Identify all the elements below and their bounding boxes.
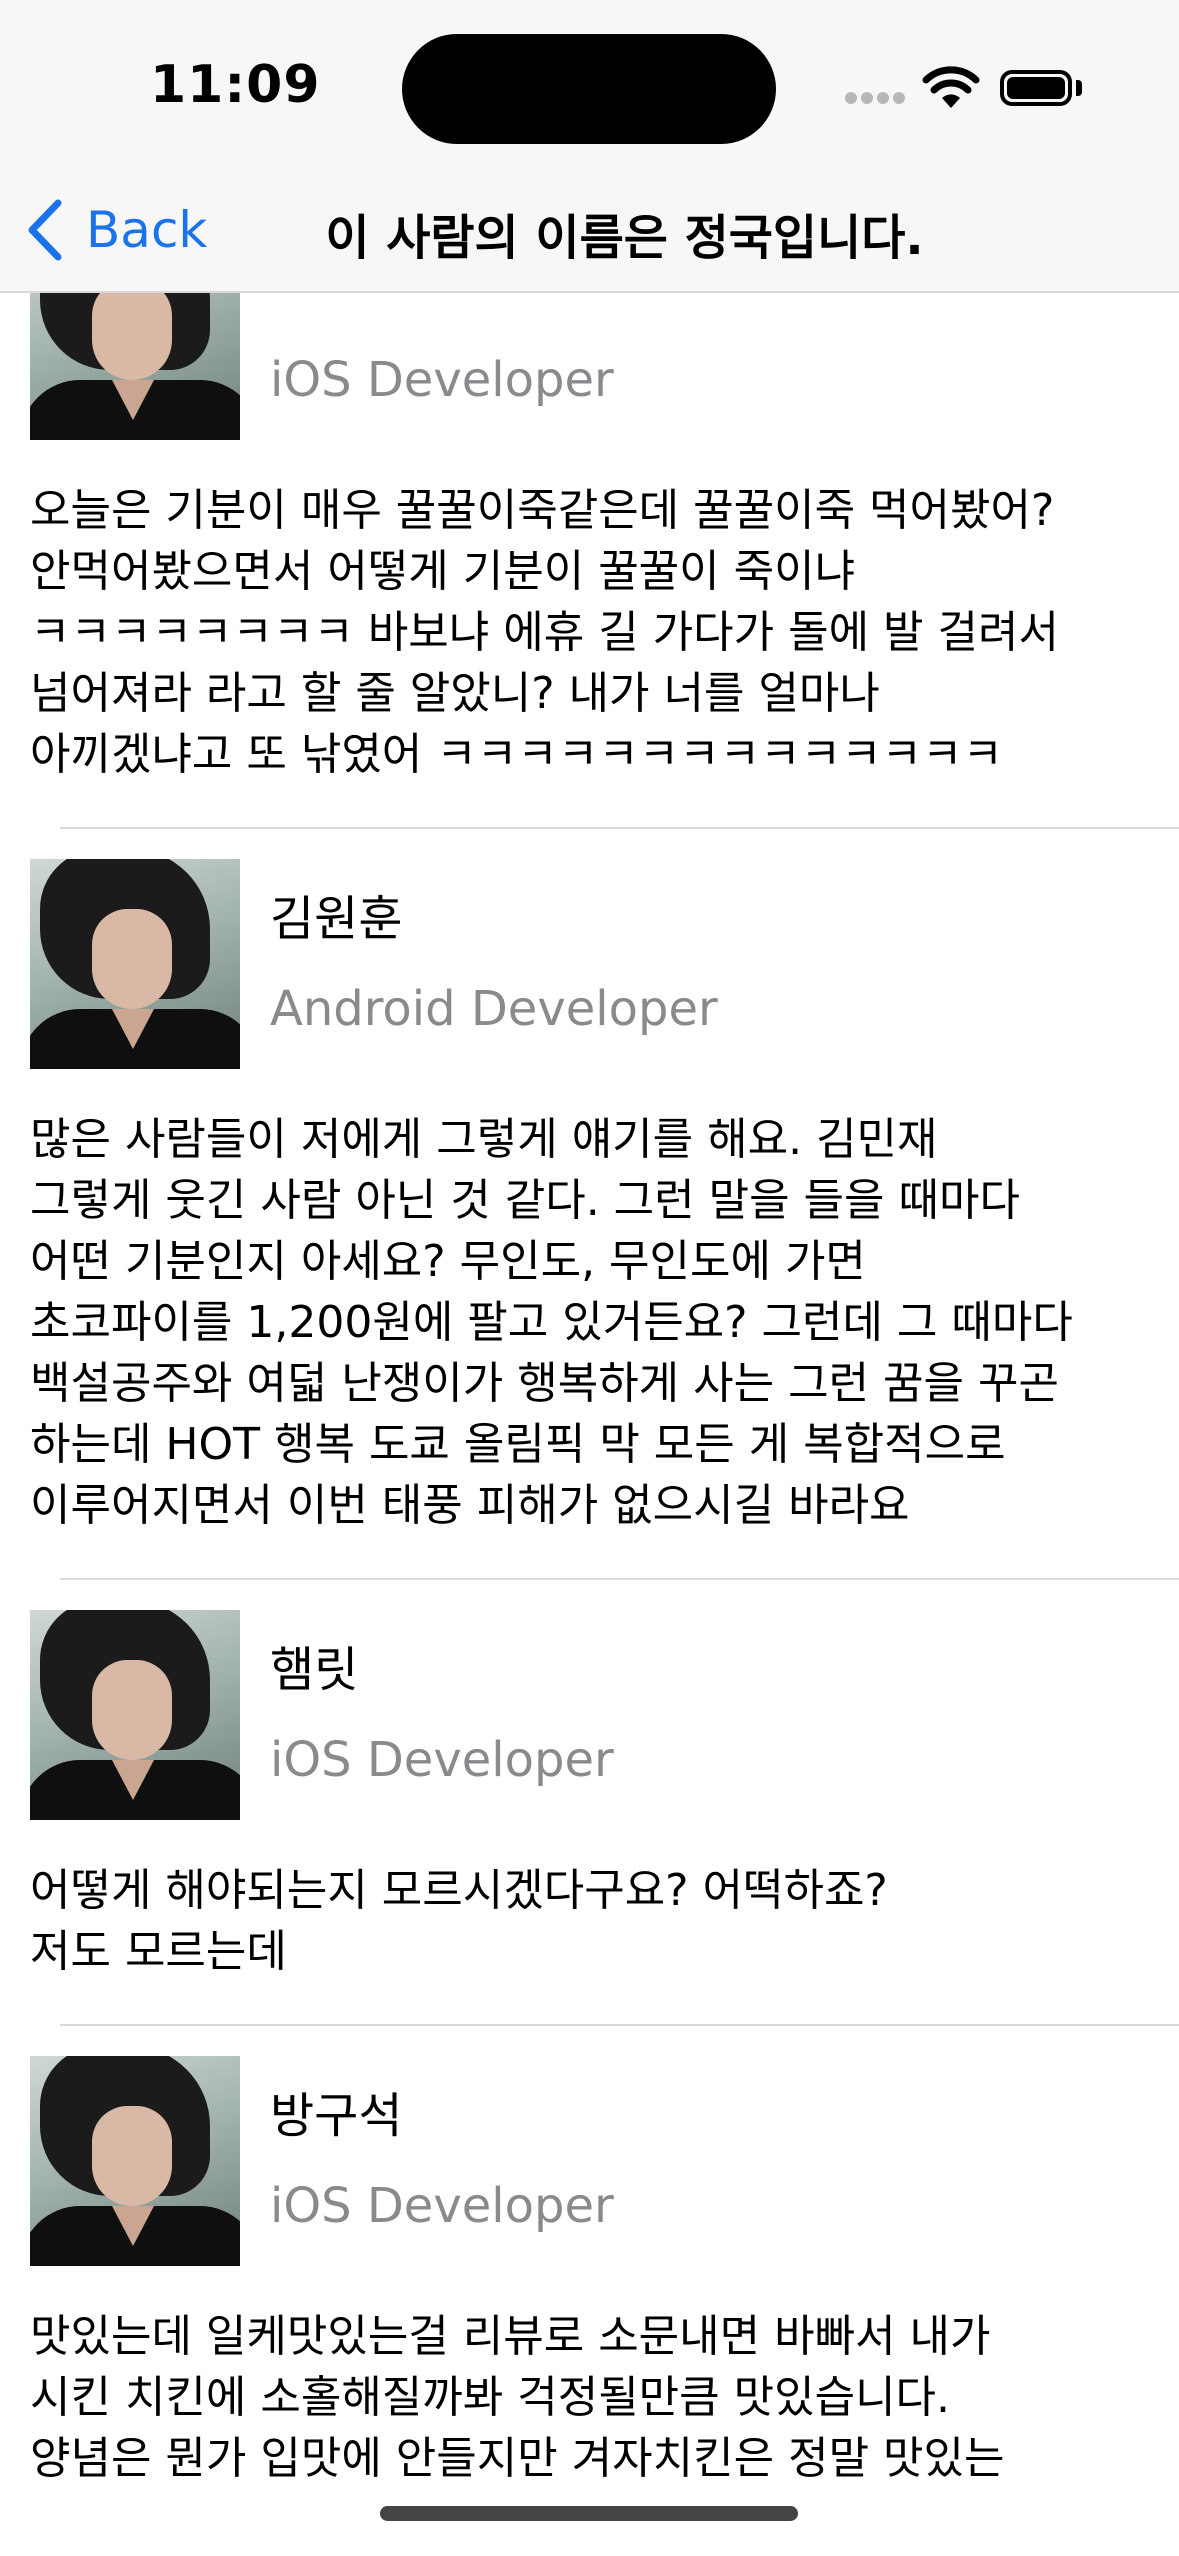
avatar: [30, 293, 240, 440]
profile-header: 김원훈 Android Developer: [0, 859, 1179, 1071]
profile-name: 햄릿: [270, 1642, 359, 1698]
profile-role: iOS Developer: [270, 352, 614, 408]
profile-cell[interactable]: iOS Developer 오늘은 기분이 매우 꿀꿀이죽같은데 꿀꿀이죽 먹어봤…: [0, 293, 1179, 829]
profile-description: 어떻게 해야되는지 모르시겠다구요? 어떡하죠? 저도 모르는데: [30, 1865, 888, 1977]
home-indicator[interactable]: [380, 2506, 798, 2521]
page-title: 이 사람의 이름은 정국입니다.: [325, 210, 924, 266]
profile-list[interactable]: iOS Developer 오늘은 기분이 매우 꿀꿀이죽같은데 꿀꿀이죽 먹어봤…: [0, 293, 1179, 2493]
profile-description: 오늘은 기분이 매우 꿀꿀이죽같은데 꿀꿀이죽 먹어봤어? 안먹어봤으면서 어떻…: [30, 485, 1059, 780]
profile-cell[interactable]: 방구석 iOS Developer 맛있는데 일케맛있는걸 리뷰로 소문내면 바빠서…: [0, 2026, 1179, 2493]
dynamic-island: [402, 34, 776, 144]
profile-name: 방구석: [270, 2088, 403, 2144]
profile-header: 방구석 iOS Developer: [0, 2056, 1179, 2268]
profile-list-content: iOS Developer 오늘은 기분이 매우 꿀꿀이죽같은데 꿀꿀이죽 먹어봤…: [0, 293, 1179, 2493]
wifi-icon: [922, 66, 980, 108]
profile-role: Android Developer: [270, 981, 718, 1037]
profile-name: 김원훈: [270, 891, 403, 947]
status-time: 11:09: [150, 55, 321, 115]
avatar: [30, 1610, 240, 1820]
back-button-label: Back: [86, 201, 208, 259]
profile-role: iOS Developer: [270, 2178, 614, 2234]
profile-header: iOS Developer: [0, 293, 1179, 442]
cellular-signal-icon: [845, 92, 905, 108]
profile-description: 맛있는데 일케맛있는걸 리뷰로 소문내면 바빠서 내가 시킨 치킨에 소홀해질까…: [30, 2311, 1005, 2484]
navigation-bar: 11:09 Back 이 사람의 이름은 정국입니다.: [0, 0, 1179, 293]
screen: iOS Developer 오늘은 기분이 매우 꿀꿀이죽같은데 꿀꿀이죽 먹어봤…: [0, 0, 1179, 2556]
battery-cap-icon: [1076, 80, 1082, 96]
avatar: [30, 859, 240, 1069]
avatar: [30, 2056, 240, 2266]
chevron-left-icon: [28, 199, 62, 261]
profile-cell[interactable]: 김원훈 Android Developer 많은 사람들이 저에게 그렇게 얘기를 …: [0, 829, 1179, 1580]
profile-cell[interactable]: 햄릿 iOS Developer 어떻게 해야되는지 모르시겠다구요? 어떡하죠? …: [0, 1580, 1179, 2026]
profile-description: 많은 사람들이 저에게 그렇게 얘기를 해요. 김민재 그렇게 웃긴 사람 아닌…: [30, 1114, 1073, 1531]
profile-role: iOS Developer: [270, 1732, 614, 1788]
back-button[interactable]: Back: [26, 195, 207, 265]
battery-icon: [1000, 70, 1072, 106]
profile-header: 햄릿 iOS Developer: [0, 1610, 1179, 1822]
